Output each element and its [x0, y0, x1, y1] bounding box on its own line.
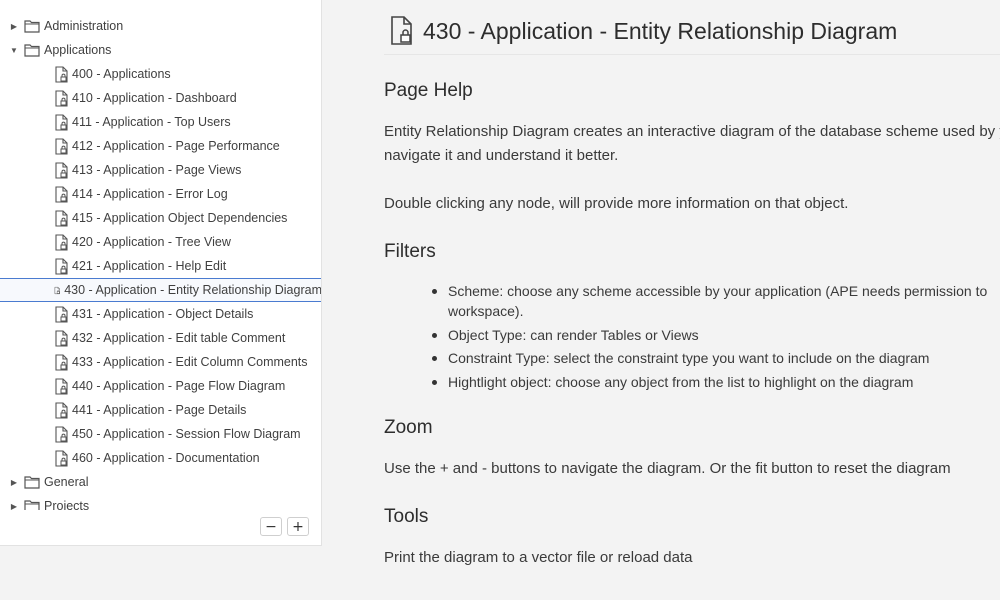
locked-page-icon [55, 161, 68, 179]
tree-item-label: 414 - Application - Error Log [72, 187, 228, 201]
tree-item-label: 410 - Application - Dashboard [72, 91, 237, 105]
tree-item-412-application-page-performance[interactable]: 412 - Application - Page Performance [0, 134, 321, 158]
tree-item-label: 421 - Application - Help Edit [72, 259, 227, 273]
folder-icon [24, 44, 40, 57]
tree-item-421-application-help-edit[interactable]: 421 - Application - Help Edit [0, 254, 321, 278]
filter-item-object-type: Object Type: can render Tables or Views [430, 325, 987, 345]
tree-item-420-application-tree-view[interactable]: 420 - Application - Tree View [0, 230, 321, 254]
tree-item-410-application-dashboard[interactable]: 410 - Application - Dashboard [0, 86, 321, 110]
locked-page-icon [55, 329, 68, 347]
tree-item-label: 431 - Application - Object Details [72, 307, 254, 321]
tree-item-label: 430 - Application - Entity Relationship … [64, 283, 322, 297]
tree-item-label: Projects [44, 499, 90, 510]
page-header: 430 - Application - Entity Relationship … [388, 16, 897, 46]
filters-heading: Filters [384, 241, 436, 262]
tree-item-460-application-documentation[interactable]: 460 - Application - Documentation [0, 446, 321, 470]
tree-item-applications[interactable]: ▼ Applications [0, 38, 321, 62]
locked-page-icon [55, 353, 68, 371]
locked-page-icon [55, 305, 68, 323]
tree-item-label: 433 - Application - Edit Column Comments [72, 355, 308, 369]
folder-icon [24, 500, 40, 510]
tools-heading: Tools [384, 506, 429, 527]
locked-page-icon [55, 209, 68, 227]
tree-item-441-application-page-details[interactable]: 441 - Application - Page Details [0, 398, 321, 422]
locked-page-icon [55, 89, 68, 107]
main-content: 430 - Application - Entity Relationship … [384, 0, 1000, 600]
tree-item-label: 450 - Application - Session Flow Diagram [72, 427, 301, 441]
tree-item-432-application-edit-table-comment[interactable]: 432 - Application - Edit table Comment [0, 326, 321, 350]
filter-item-constraint-type: Constraint Type: select the constraint t… [430, 348, 987, 368]
tree-item-440-application-page-flow-diagram[interactable]: 440 - Application - Page Flow Diagram [0, 374, 321, 398]
locked-page-icon [54, 286, 61, 294]
help-heading: Page Help [384, 80, 473, 101]
tree-item-label: 412 - Application - Page Performance [72, 139, 280, 153]
filter-item-highlight-object: Hightlight object: choose any object fro… [430, 372, 987, 392]
tree-item-administration[interactable]: ▶ Administration [0, 14, 321, 38]
tree-item-label: 411 - Application - Top Users [72, 115, 231, 129]
tree-item-400-applications[interactable]: 400 - Applications [0, 62, 321, 86]
title-divider [384, 54, 1000, 55]
tree-item-415-application-object-dependencies[interactable]: 415 - Application Object Dependencies [0, 206, 321, 230]
tree-item-411-application-top-users[interactable]: 411 - Application - Top Users [0, 110, 321, 134]
zoom-text: Use the + and - buttons to navigate the … [384, 460, 951, 477]
tree-item-label: 432 - Application - Edit table Comment [72, 331, 286, 345]
tree-list: ▶ Administration ▼ Applications 400 - Applic… [0, 0, 322, 511]
tree-item-label: Administration [44, 19, 124, 33]
locked-page-icon [55, 137, 68, 155]
tree-item-450-application-session-flow-diagram[interactable]: 450 - Application - Session Flow Diagram [0, 422, 321, 446]
tree-item-general[interactable]: ▶ General [0, 470, 321, 494]
locked-page-icon [55, 185, 68, 203]
tree-item-label: 441 - Application - Page Details [72, 403, 247, 417]
filter-item-scheme: Scheme: choose any scheme accessible by … [430, 281, 987, 321]
tree-item-label: 400 - Applications [72, 67, 171, 81]
locked-page-icon [55, 401, 68, 419]
expand-all-button[interactable]: + [287, 517, 309, 536]
folder-icon [24, 476, 40, 489]
help-text-1: Entity Relationship Diagram creates an i… [384, 123, 1000, 140]
caret-right-icon[interactable]: ▶ [8, 20, 20, 32]
locked-page-icon [55, 113, 68, 131]
tree-item-label: 415 - Application Object Dependencies [72, 211, 288, 225]
locked-page-icon [55, 65, 68, 83]
page-title: 430 - Application - Entity Relationship … [423, 17, 898, 44]
tree-item-414-application-error-log[interactable]: 414 - Application - Error Log [0, 182, 321, 206]
locked-page-icon [55, 257, 68, 275]
locked-page-icon [55, 449, 68, 467]
tree-panel: ▶ Administration ▼ Applications 400 - Applic… [0, 0, 322, 546]
tree-item-label: 413 - Application - Page Views [72, 163, 242, 177]
zoom-heading: Zoom [384, 417, 433, 438]
tree-item-433-application-edit-column-comments[interactable]: 433 - Application - Edit Column Comments [0, 350, 321, 374]
tree-controls: − + [260, 517, 309, 536]
help-text-2: navigate it and understand it better. [384, 147, 619, 164]
tree-item-430-application-entity-relationship-diagram[interactable]: 430 - Application - Entity Relationship … [0, 278, 322, 302]
tree-item-413-application-page-views[interactable]: 413 - Application - Page Views [0, 158, 321, 182]
tree-item-label: General [44, 475, 89, 489]
caret-down-icon[interactable]: ▼ [8, 44, 20, 56]
tree-item-label: 440 - Application - Page Flow Diagram [72, 379, 286, 393]
locked-page-icon [55, 377, 68, 395]
caret-right-icon[interactable]: ▶ [8, 476, 20, 488]
tree-item-label: 420 - Application - Tree View [72, 235, 231, 249]
locked-page-icon [55, 233, 68, 251]
tree-item-projects[interactable]: ▶ Projects [0, 494, 321, 511]
locked-page-icon [55, 425, 68, 443]
folder-icon [24, 20, 40, 33]
tree-item-label: 460 - Application - Documentation [72, 451, 260, 465]
collapse-all-button[interactable]: − [260, 517, 282, 536]
locked-page-icon [391, 16, 412, 45]
tools-text: Print the diagram to a vector file or re… [384, 549, 693, 566]
tree-item-431-application-object-details[interactable]: 431 - Application - Object Details [0, 302, 321, 326]
help-text-3: Double clicking any node, will provide m… [384, 195, 849, 212]
filters-list: Scheme: choose any scheme accessible by … [430, 281, 987, 395]
caret-right-icon[interactable]: ▶ [8, 500, 20, 511]
tree-item-label: Applications [44, 43, 112, 57]
